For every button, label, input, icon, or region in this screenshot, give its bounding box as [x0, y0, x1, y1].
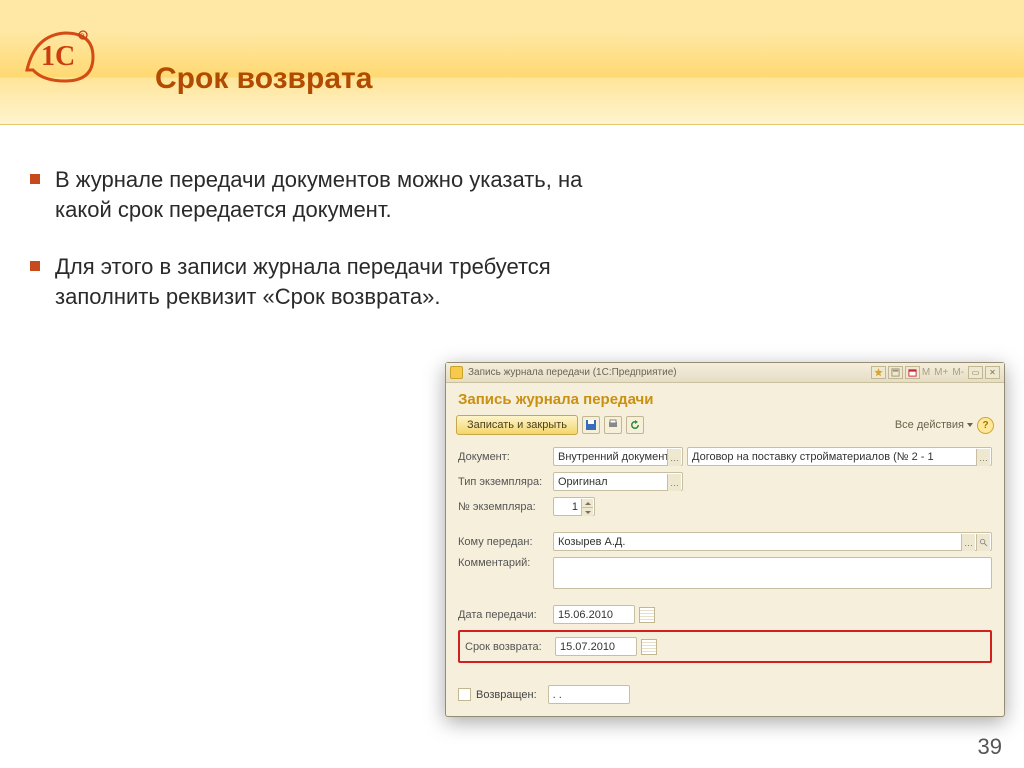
- returned-date-field[interactable]: . .: [548, 685, 630, 704]
- all-actions-menu[interactable]: Все действия: [895, 419, 973, 431]
- help-icon[interactable]: ?: [977, 417, 994, 434]
- label-return-date: Срок возврата:: [465, 641, 555, 653]
- label-given-to: Кому передан:: [458, 536, 553, 548]
- return-date-field[interactable]: 15.07.2010: [555, 637, 637, 656]
- form-body: Документ: Внутренний документ … Договор …: [446, 443, 1004, 716]
- transfer-date-field[interactable]: 15.06.2010: [553, 605, 635, 624]
- ellipsis-icon[interactable]: …: [976, 449, 990, 466]
- spinner-icon[interactable]: [581, 499, 593, 516]
- svg-text:1С: 1С: [41, 41, 75, 72]
- calendar-icon[interactable]: [639, 607, 655, 623]
- given-to-field[interactable]: Козырев А.Д. …: [553, 532, 992, 551]
- label-comment: Комментарий:: [458, 557, 553, 569]
- doc-type-field[interactable]: Внутренний документ …: [553, 447, 683, 466]
- save-and-close-button[interactable]: Записать и закрыть: [456, 415, 578, 435]
- save-icon[interactable]: [582, 416, 600, 434]
- logo-1c: 1С R: [25, 25, 95, 85]
- mminus-button[interactable]: M-: [952, 367, 964, 378]
- minimize-button[interactable]: ▭: [968, 366, 983, 379]
- copy-type-field[interactable]: Оригинал …: [553, 472, 683, 491]
- window-titlebar[interactable]: Запись журнала передачи (1С:Предприятие)…: [446, 363, 1004, 383]
- highlight-return-date: Срок возврата: 15.07.2010: [458, 630, 992, 663]
- toolbar-calc-icon[interactable]: [888, 366, 903, 379]
- toolbar-calendar-icon[interactable]: [905, 366, 920, 379]
- label-copy-type: Тип экземпляра:: [458, 476, 553, 488]
- returned-checkbox[interactable]: [458, 688, 471, 701]
- mplus-button[interactable]: M+: [934, 367, 948, 378]
- lookup-icon[interactable]: [976, 534, 990, 551]
- app-window: Запись журнала передачи (1С:Предприятие)…: [445, 362, 1005, 717]
- slide-body: В журнале передачи документов можно указ…: [0, 125, 1024, 340]
- toolbar-star-icon[interactable]: [871, 366, 886, 379]
- form-toolbar: Записать и закрыть Все действия ?: [446, 413, 1004, 443]
- label-document: Документ:: [458, 451, 553, 463]
- close-button[interactable]: ✕: [985, 366, 1000, 379]
- label-returned: Возвращен:: [476, 689, 537, 701]
- comment-field[interactable]: [553, 557, 992, 589]
- refresh-icon[interactable]: [626, 416, 644, 434]
- label-copy-no: № экземпляра:: [458, 501, 553, 513]
- window-title: Запись журнала передачи (1С:Предприятие): [468, 367, 677, 378]
- svg-text:R: R: [80, 34, 85, 40]
- bullet-item: Для этого в записи журнала передачи треб…: [30, 252, 590, 339]
- label-transfer-date: Дата передачи:: [458, 609, 553, 621]
- app-icon: [450, 366, 463, 379]
- slide-header: 1С R Срок возврата: [0, 0, 1024, 125]
- copy-no-field[interactable]: 1: [553, 497, 595, 516]
- slide-title: Срок возврата: [155, 62, 372, 96]
- ellipsis-icon[interactable]: …: [961, 534, 975, 551]
- ellipsis-icon[interactable]: …: [667, 474, 681, 491]
- form-heading: Запись журнала передачи: [446, 383, 1004, 413]
- calendar-icon[interactable]: [641, 639, 657, 655]
- ellipsis-icon[interactable]: …: [667, 449, 681, 466]
- print-icon[interactable]: [604, 416, 622, 434]
- doc-name-field[interactable]: Договор на поставку стройматериалов (№ 2…: [687, 447, 992, 466]
- page-number: 39: [978, 734, 1002, 760]
- bullet-item: В журнале передачи документов можно указ…: [30, 165, 590, 252]
- m-button[interactable]: M: [922, 367, 930, 378]
